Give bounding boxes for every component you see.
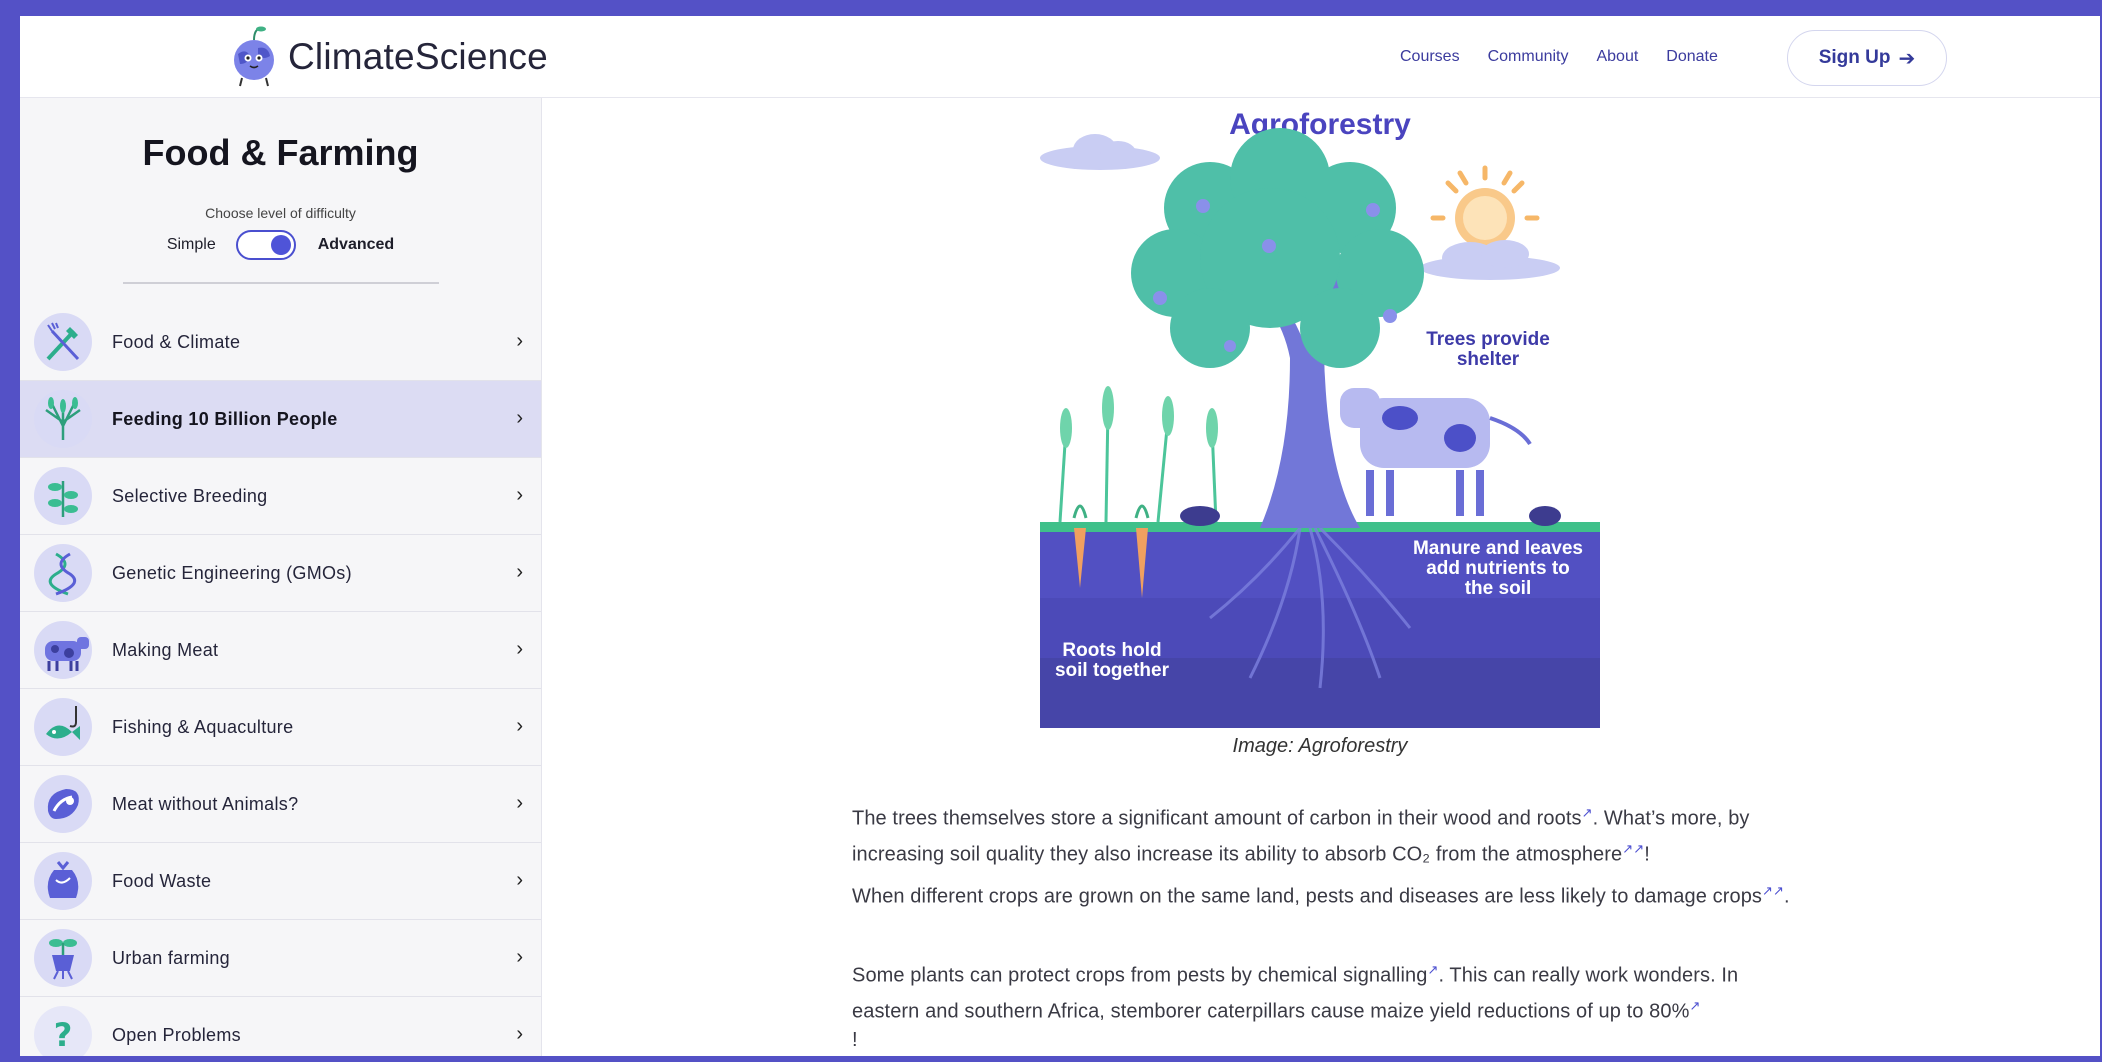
sun-icon (1430, 165, 1540, 256)
sidebar-item-open-problems[interactable]: ? Open Problems › (20, 997, 541, 1056)
shovel-fork-icon (34, 313, 92, 371)
sidebar-item-genetic-engineering[interactable]: Genetic Engineering (GMOs) › (20, 535, 541, 612)
sign-up-button[interactable]: Sign Up ➔ (1787, 30, 1947, 86)
arrow-right-icon: ➔ (1898, 47, 1916, 70)
logo[interactable]: ClimateScience (228, 26, 548, 88)
sidebar-item-label: Making Meat (112, 639, 219, 660)
sidebar-item-label: Feeding 10 Billion People (112, 408, 338, 429)
external-link-icon[interactable]: ↗ (1622, 841, 1633, 856)
sidebar-item-label: Urban farming (112, 947, 230, 968)
sidebar-item-meat-without-animals[interactable]: Meat without Animals? › (20, 766, 541, 843)
difficulty-toggle[interactable] (235, 230, 296, 260)
site-header: ClimateScience Courses Community About D… (20, 16, 2100, 98)
logo-text: ClimateScience (288, 36, 548, 77)
plant-icon (34, 467, 92, 525)
chevron-right-icon: › (516, 407, 523, 429)
wheat-icon (34, 390, 92, 448)
sidebar-item-label: Meat without Animals? (112, 793, 299, 814)
fish-hook-icon (34, 698, 92, 756)
globe-mascot-icon (234, 26, 274, 87)
chevron-right-icon: › (516, 946, 523, 968)
browser-frame: ClimateScience Courses Community About D… (20, 16, 2100, 1056)
sidebar-item-urban-farming[interactable]: Urban farming › (20, 920, 541, 997)
shelter-label: Trees provide (1426, 329, 1550, 350)
chevron-right-icon: › (516, 484, 523, 506)
sidebar-item-food-climate[interactable]: Food & Climate › (20, 304, 541, 381)
sidebar-item-selective-breeding[interactable]: Selective Breeding › (20, 458, 541, 535)
svg-text:the soil: the soil (1465, 578, 1532, 599)
sign-up-label: Sign Up (1818, 47, 1891, 68)
toggle-knob (270, 235, 291, 255)
paragraph-crops: When different crops are grown on the sa… (852, 883, 1790, 908)
difficulty-label: Choose level of difficulty (205, 205, 356, 221)
chevron-right-icon: › (516, 792, 523, 814)
top-nav: Courses Community About Donate (1400, 48, 1746, 66)
manure-label: Manure and leaves (1413, 538, 1583, 559)
image-caption: Image: Agroforestry (1232, 735, 1408, 757)
chevron-right-icon: › (516, 330, 523, 352)
difficulty-toggle-row: Simple Advanced (20, 230, 541, 260)
cow-icon (34, 621, 92, 679)
cloud-icon (1420, 240, 1560, 280)
question-icon: ? (34, 1006, 92, 1056)
cow-icon (1340, 388, 1532, 516)
roots-label: Roots hold (1062, 640, 1161, 661)
course-sidebar: Food & Farming Choose level of difficult… (20, 98, 542, 1056)
svg-text:add nutrients to: add nutrients to (1426, 558, 1570, 579)
sidebar-divider (123, 282, 439, 284)
external-link-icon[interactable]: ↗ (1690, 998, 1701, 1013)
sidebar-title: Food & Farming (142, 132, 419, 173)
sidebar-item-label: Food & Climate (112, 331, 241, 352)
potted-plant-icon (34, 929, 92, 987)
chevron-right-icon: › (516, 715, 523, 737)
paragraph-carbon: The trees themselves store a significant… (852, 805, 1750, 866)
cloud-icon (1040, 134, 1160, 170)
external-link-icon[interactable]: ↗ (1773, 883, 1784, 898)
chevron-right-icon: › (516, 869, 523, 891)
nav-about[interactable]: About (1596, 48, 1638, 66)
advanced-label[interactable]: Advanced (318, 236, 394, 254)
sidebar-item-making-meat[interactable]: Making Meat › (20, 612, 541, 689)
chevron-right-icon: › (516, 638, 523, 660)
nav-community[interactable]: Community (1488, 48, 1569, 66)
agroforestry-scene: Trees provide shelter Manure and leaves … (1040, 128, 1600, 728)
sidebar-item-label: Open Problems (112, 1024, 241, 1045)
sidebar-item-food-waste[interactable]: Food Waste › (20, 843, 541, 920)
nav-donate[interactable]: Donate (1666, 48, 1718, 66)
chevron-right-icon: › (516, 561, 523, 583)
sidebar-item-feeding-10-billion[interactable]: Feeding 10 Billion People › (20, 381, 541, 458)
agroforestry-illustration: Agroforestry Trees provide shelter Manur… (1040, 98, 1600, 728)
lesson-content: Agroforestry Trees provide shelter Manur… (542, 98, 2100, 1056)
sidebar-item-label: Fishing & Aquaculture (112, 716, 294, 737)
sidebar-item-label: Selective Breeding (112, 485, 268, 506)
svg-text:shelter: shelter (1457, 349, 1520, 370)
paragraph-pests: Some plants can protect crops from pests… (852, 962, 1739, 1052)
external-link-icon[interactable]: ↗ (1582, 805, 1593, 820)
dna-icon (34, 544, 92, 602)
svg-text:?: ? (54, 1016, 73, 1054)
external-link-icon[interactable]: ↗ (1427, 962, 1438, 977)
sidebar-item-label: Food Waste (112, 870, 212, 891)
sidebar-item-fishing-aquaculture[interactable]: Fishing & Aquaculture › (20, 689, 541, 766)
external-link-icon[interactable]: ↗ (1762, 883, 1773, 898)
chevron-right-icon: › (516, 1023, 523, 1045)
sidebar-item-label: Genetic Engineering (GMOs) (112, 562, 352, 583)
steak-icon (34, 775, 92, 833)
lesson-menu: Food & Climate › Feeding 10 Billion Peop… (20, 304, 541, 1056)
svg-text:soil together: soil together (1055, 660, 1170, 681)
nav-courses[interactable]: Courses (1400, 48, 1460, 66)
simple-label[interactable]: Simple (167, 236, 216, 254)
garbage-bag-icon (34, 852, 92, 910)
external-link-icon[interactable]: ↗ (1633, 841, 1644, 856)
